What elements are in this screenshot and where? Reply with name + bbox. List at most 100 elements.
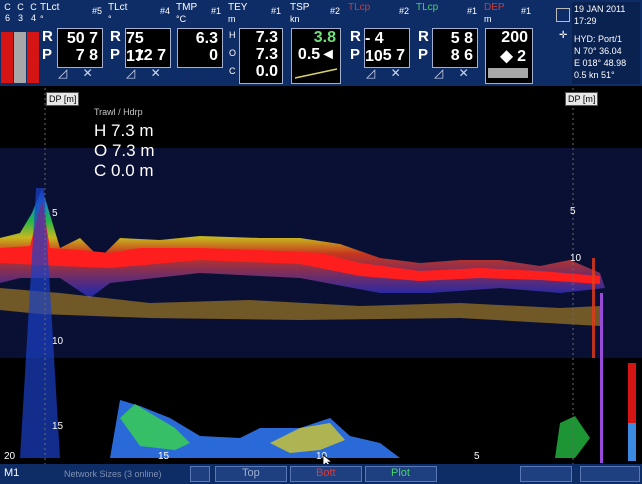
gain-bar[interactable] xyxy=(628,363,636,423)
panel-depth[interactable]: DEP m #1 200 ◆ 2 xyxy=(482,2,534,84)
c-value: 0.0 xyxy=(255,63,278,80)
depth-level-bar xyxy=(488,68,528,78)
trawl-row-h: H 7.3 m xyxy=(94,121,154,141)
gauge-label: C xyxy=(17,2,24,12)
network-status: Network Sizes (3 online) xyxy=(64,469,162,479)
panel-title: TLct xyxy=(108,2,128,13)
panel-title: TLct xyxy=(40,2,60,13)
panel-tlcp-1[interactable]: TLcp #1 R P 5 8 8 6 ◿ ✕ xyxy=(414,2,480,84)
row-label-p: P xyxy=(350,46,361,63)
panel-number: #2 xyxy=(398,6,409,16)
row-label-r: R xyxy=(350,28,361,45)
bottom-toolbar: M1 Network Sizes (3 online) Top Bott Plo… xyxy=(0,464,642,484)
depth-label-right[interactable]: DP [m] xyxy=(565,92,599,106)
row-value: 7.3 m xyxy=(111,141,155,160)
row-label-p: P xyxy=(42,46,53,63)
tilt-icon[interactable]: ◿ xyxy=(58,66,67,80)
h-value: 7.3 xyxy=(255,29,278,46)
panel-tlct-4[interactable]: TLct ° #4 R P 75 17 12 7 ◿ ✕ xyxy=(106,2,173,84)
settings-icon[interactable]: ✛ xyxy=(559,30,567,41)
cross-icon[interactable]: ✕ xyxy=(83,66,93,80)
plot-button[interactable]: Plot xyxy=(365,466,437,482)
cross-icon[interactable]: ✕ xyxy=(391,66,401,80)
trawl-row-o: O 7.3 m xyxy=(94,141,155,161)
panel-title: TMP xyxy=(176,2,198,13)
gain-bar[interactable] xyxy=(628,423,636,461)
panel-title: DEP xyxy=(484,2,505,13)
sensor-gauges: C C C 6 3 4 xyxy=(1,2,42,84)
window-toggle-icon[interactable] xyxy=(556,8,570,22)
info-panel: 19 JAN 2011 17:29 HYD: Port/1 N 70° 36.0… xyxy=(572,2,640,84)
temp-value: 6.3 xyxy=(195,30,218,47)
cross-icon[interactable]: ✕ xyxy=(151,66,161,80)
panel-title: TLcp xyxy=(348,2,371,13)
depth-tick-label: 5 xyxy=(52,208,58,219)
panel-number: #1 xyxy=(270,6,281,16)
tilt-icon[interactable]: ◿ xyxy=(434,66,443,80)
gauge-bar-red[interactable] xyxy=(1,32,13,83)
temp-secondary: 0 xyxy=(209,47,218,64)
depth-marker xyxy=(600,293,603,463)
depth-value: 200 xyxy=(501,29,528,46)
speed-trend-icon xyxy=(294,68,338,79)
p-value: 8 6 xyxy=(450,47,473,64)
o-value: 7.3 xyxy=(255,46,278,63)
panel-tmp[interactable]: TMP °C #1 6.3 0 xyxy=(174,2,224,84)
panel-tsp[interactable]: TSP kn #2 3.8 0.5◄ xyxy=(288,2,343,84)
value-box: 50 7 7 8 xyxy=(57,28,103,68)
value-box: 7.3 7.3 0.0 xyxy=(239,28,283,84)
row-label-r: R xyxy=(418,28,429,45)
panel-tlcp-2[interactable]: TLcp #2 R P - 4 10 5 7 ◿ ✕ xyxy=(346,2,412,84)
panel-title: TLcp xyxy=(416,2,439,13)
echogram-view[interactable]: DP [m] DP [m] Trawl / Hdrp H 7.3 m O 7.3… xyxy=(0,88,642,468)
network-button[interactable] xyxy=(190,466,210,482)
row-label-r: R xyxy=(110,28,121,45)
panel-title: TEY xyxy=(228,2,248,13)
tilt-icon[interactable]: ◿ xyxy=(366,66,375,80)
cross-icon[interactable]: ✕ xyxy=(459,66,469,80)
depth-label-left[interactable]: DP [m] xyxy=(46,92,80,106)
info-date: 19 JAN 2011 xyxy=(574,4,626,14)
row-value: 7.3 m xyxy=(111,121,154,140)
panel-number: #1 xyxy=(210,6,221,16)
mode-label[interactable]: M1 xyxy=(4,467,19,479)
info-latitude: N 70° 36.04 xyxy=(574,46,622,56)
panel-title: TSP xyxy=(290,2,310,13)
bottom-button[interactable]: Bott xyxy=(290,466,362,482)
value-box: - 4 10 5 7 xyxy=(364,28,410,68)
r-value: 50 7 xyxy=(66,30,98,47)
row-key: C xyxy=(94,161,107,180)
trawl-header: Trawl / Hdrp xyxy=(94,107,143,117)
p-value: 12 7 xyxy=(134,47,166,64)
info-speed: 0.5 kn 51° xyxy=(574,70,615,80)
row-label-h: H xyxy=(229,30,236,40)
panel-number: #5 xyxy=(91,6,102,16)
row-label-p: P xyxy=(110,46,121,63)
value-box: 75 17 12 7 xyxy=(125,28,171,68)
r-value: 5 8 xyxy=(450,30,473,47)
depth-tick-label: 10 xyxy=(570,253,582,264)
panel-tlct-5[interactable]: TLct ° #5 R P 50 7 7 8 ◿ ✕ xyxy=(38,2,105,84)
time-tick-label: 20 xyxy=(4,451,16,462)
info-hydrophone: HYD: Port/1 xyxy=(574,34,623,44)
top-button[interactable]: Top xyxy=(215,466,287,482)
row-label-r: R xyxy=(42,28,53,45)
speed-value: 3.8 xyxy=(313,29,336,46)
gauge-bar-gray[interactable] xyxy=(14,32,26,83)
toolbar-button[interactable] xyxy=(580,466,640,482)
value-box: 3.8 0.5◄ xyxy=(291,28,341,84)
panel-number: #1 xyxy=(466,6,477,16)
toolbar-button[interactable] xyxy=(520,466,572,482)
panel-unit: ° xyxy=(108,14,112,24)
top-status-bar: C C C 6 3 4 TLct ° #5 R P 50 7 7 8 ◿ ✕ T… xyxy=(0,0,642,86)
value-box: 5 8 8 6 xyxy=(432,28,478,68)
panel-unit: °C xyxy=(176,14,187,24)
row-label-c: C xyxy=(229,66,236,76)
gauge-label: 3 xyxy=(17,13,23,23)
panel-tey[interactable]: TEY m #1 H O C 7.3 7.3 0.0 xyxy=(226,2,284,84)
panel-unit: ° xyxy=(40,14,44,24)
panel-unit: kn xyxy=(290,14,300,24)
panel-unit: m xyxy=(228,14,236,24)
row-label-p: P xyxy=(418,46,429,63)
tilt-icon[interactable]: ◿ xyxy=(126,66,135,80)
